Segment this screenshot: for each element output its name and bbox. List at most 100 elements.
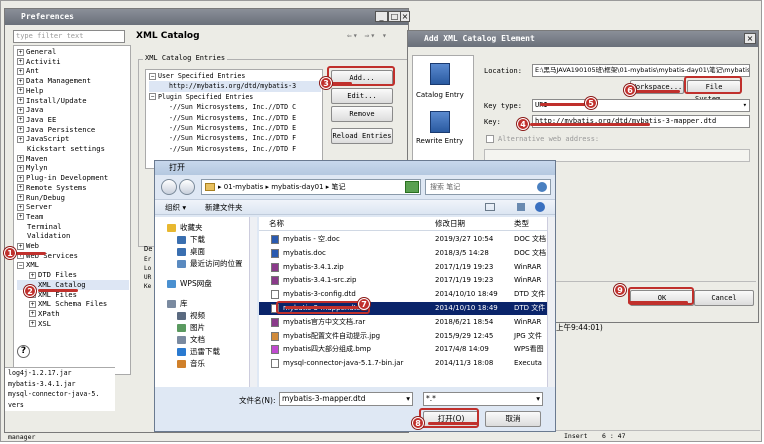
minimize-button[interactable]: _ (375, 11, 388, 22)
menu-icon[interactable]: ▾ (382, 31, 388, 40)
help-icon[interactable] (535, 202, 545, 212)
breadcrumb-item[interactable]: 笔记 (332, 183, 346, 191)
nav-item[interactable]: 最近访问的位置 (167, 258, 249, 270)
tree-item[interactable]: + XML Schema Files (17, 299, 129, 309)
nav-item[interactable]: 下载 (167, 234, 249, 246)
entry-item[interactable]: -//Sun Microsystems, Inc.//DTD F (149, 144, 321, 154)
file-row[interactable]: mybatis官方中文文档.rar 2018/6/21 18:54 WinRAR (259, 316, 549, 329)
tree-item-xml[interactable]: − XML (17, 260, 129, 270)
nav-item[interactable]: WPS网盘 (167, 278, 249, 290)
forward-icon[interactable] (179, 179, 195, 195)
file-row[interactable]: mybatis-3-config.dtd 2014/10/10 18:49 DTD … (259, 288, 549, 301)
nav-favorites[interactable]: 收藏夹 (167, 222, 249, 234)
key-field[interactable]: http://mybatis.org/dtd/mybatis-3-mapper.… (532, 115, 750, 128)
help-icon[interactable]: ? (17, 345, 30, 358)
tree-item[interactable]: + DTD Files (17, 270, 129, 280)
file-row[interactable]: mybatis配置文件自动提示.jpg 2015/9/29 12:45 JPG 文件 (259, 330, 549, 343)
tree-item[interactable]: + Maven (17, 154, 129, 164)
tree-item[interactable]: + Activiti (17, 57, 129, 67)
tree-item[interactable]: + Web (17, 241, 129, 251)
nav-item[interactable]: 文档 (167, 334, 249, 346)
organize-button[interactable]: 组织 ▾ (165, 202, 186, 213)
back-icon[interactable] (161, 179, 177, 195)
file-row[interactable]: mybatis.doc 2018/3/5 14:28 DOC 文档 (259, 247, 549, 260)
tree-item[interactable]: + Java (17, 105, 129, 115)
nav-item[interactable]: 视频 (167, 310, 249, 322)
entry-item-selected[interactable]: http://mybatis.org/dtd/mybatis-3 (149, 81, 321, 92)
column-type[interactable]: 类型 (514, 217, 529, 231)
file-icon (271, 248, 279, 258)
tree-item[interactable]: + Java Persistence (17, 125, 129, 135)
nav-item[interactable]: 图片 (167, 322, 249, 334)
view-icon[interactable] (485, 203, 495, 211)
preview-icon[interactable] (517, 203, 525, 211)
filter-input[interactable]: type filter text (13, 30, 125, 43)
file-row[interactable]: mybatis-3.4.1-src.zip 2017/1/19 19:23 WinR… (259, 274, 549, 287)
cancel-button[interactable]: 取消 (485, 411, 541, 427)
entry-item[interactable]: -//Sun Microsystems, Inc.//DTD E (149, 113, 321, 123)
tree-item[interactable]: + General (17, 47, 129, 57)
tree-item[interactable]: + Java EE (17, 115, 129, 125)
rewrite-entry-icon[interactable] (430, 111, 450, 133)
filter-select[interactable]: *.* ▾ (423, 392, 543, 406)
tree-item[interactable]: Validation (17, 231, 129, 241)
file-scrollbar[interactable] (547, 217, 555, 387)
alternative-checkbox[interactable] (486, 135, 494, 143)
edit-button[interactable]: Edit... (331, 88, 393, 104)
entries-tree: − User Specified Entries http://mybatis.o… (149, 71, 321, 154)
breadcrumb[interactable]: ▸ 01-mybatis ▸ mybatis-day01 ▸ 笔记 ▾ (201, 179, 421, 195)
chevron-down-icon[interactable]: ▾ (353, 31, 359, 40)
folder-icon (205, 183, 215, 191)
breadcrumb-item[interactable]: 01-mybatis (224, 183, 263, 191)
tree-item[interactable]: + Mylyn (17, 163, 129, 173)
catalog-entry-label[interactable]: Catalog Entry (416, 91, 464, 99)
cancel-button[interactable]: Cancel (694, 290, 754, 306)
chevron-down-icon: ▾ (742, 101, 747, 109)
annotation-2: 2 (24, 285, 36, 297)
entry-group[interactable]: − Plugin Specified Entries (149, 92, 321, 102)
tree-item[interactable]: + Team (17, 212, 129, 222)
file-row[interactable]: mysql-connector-java-5.1.7-bin.jar 2014/1… (259, 357, 549, 370)
nav-library[interactable]: 库 (167, 298, 249, 310)
tree-item[interactable]: + Help (17, 86, 129, 96)
nav-item[interactable]: 音乐 (167, 358, 249, 370)
tree-item[interactable]: + Data Management (17, 76, 129, 86)
close-button[interactable]: × (744, 33, 756, 44)
tree-item[interactable]: + Remote Systems (17, 183, 129, 193)
breadcrumb-item[interactable]: mybatis-day01 (271, 183, 323, 191)
tree-item[interactable]: Terminal (17, 222, 129, 232)
nav-item[interactable]: 桌面 (167, 246, 249, 258)
file-row[interactable]: mybatis-3.4.1.zip 2017/1/19 19:23 WinRAR (259, 261, 549, 274)
close-button[interactable]: × (400, 11, 410, 22)
entry-item[interactable]: -//Sun Microsystems, Inc.//DTD E (149, 123, 321, 133)
tree-item[interactable]: Kickstart settings (17, 144, 129, 154)
tree-item[interactable]: + JavaScript (17, 134, 129, 144)
file-row[interactable]: mybatis - 空.doc 2019/3/27 10:54 DOC 文档 (259, 233, 549, 246)
tree-item[interactable]: + XPath (17, 309, 129, 319)
nav-scrollbar[interactable] (249, 217, 257, 387)
reload-entries-button[interactable]: Reload Entries (331, 128, 393, 144)
tree-item[interactable]: + Install/Update (17, 96, 129, 106)
refresh-icon[interactable] (405, 181, 419, 193)
search-placeholder: 搜索 笔记 (430, 183, 461, 191)
tree-item[interactable]: + XSL (17, 319, 129, 329)
tree-item[interactable]: + Ant (17, 66, 129, 76)
column-name[interactable]: 名称 (269, 217, 284, 231)
file-row[interactable]: mybatis四大部分组成.bmp 2017/4/8 14:09 WPS看图 (259, 343, 549, 356)
search-input[interactable]: 搜索 笔记 (425, 179, 551, 195)
filename-field[interactable]: mybatis-3-mapper.dtd ▾ (279, 392, 413, 406)
entry-item[interactable]: -//Sun Microsystems, Inc.//DTD F (149, 133, 321, 143)
nav-item[interactable]: 迅雷下载 (167, 346, 249, 358)
catalog-entry-icon[interactable] (430, 63, 450, 85)
tree-item[interactable]: + Run/Debug (17, 193, 129, 203)
cloud-icon (167, 280, 176, 288)
column-date[interactable]: 修改日期 (435, 217, 465, 231)
tree-item[interactable]: + Server (17, 202, 129, 212)
tree-item[interactable]: + Plug-in Development (17, 173, 129, 183)
remove-button[interactable]: Remove (331, 106, 393, 122)
chevron-down-icon[interactable]: ▾ (370, 31, 376, 40)
entry-item[interactable]: -//Sun Microsystems, Inc.//DTD C (149, 102, 321, 112)
new-folder-button[interactable]: 新建文件夹 (205, 202, 243, 213)
rewrite-entry-label[interactable]: Rewrite Entry (416, 137, 463, 145)
entry-group[interactable]: − User Specified Entries (149, 71, 321, 81)
